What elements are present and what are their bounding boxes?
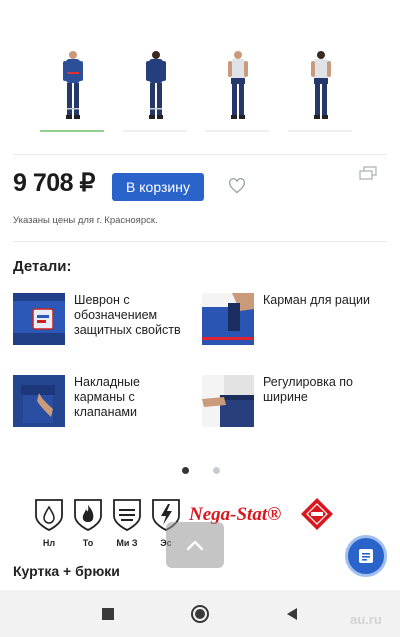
system-nav-bar — [0, 590, 400, 637]
set-title: Куртка + брюки — [13, 563, 120, 579]
chevron-up-icon — [186, 540, 204, 551]
divider — [13, 154, 387, 155]
cert-code: То — [82, 538, 94, 548]
triangle-back-icon — [287, 607, 297, 620]
cert-code: Ми З — [116, 538, 138, 548]
feature-item: Регулировка по ширине — [202, 375, 378, 427]
width-adjustment-image — [202, 375, 254, 427]
thumbnail-1[interactable] — [36, 46, 108, 132]
thumbnail-2[interactable] — [119, 46, 191, 132]
workwear-figure-icon — [228, 51, 249, 119]
recent-apps-button[interactable] — [97, 603, 119, 625]
add-to-cart-button[interactable]: В корзину — [112, 173, 204, 201]
thumbnail-strip — [36, 46, 356, 132]
feature-label: Накладные карманы с клапанами — [74, 375, 140, 419]
radio-pocket-image — [202, 293, 254, 345]
shield-flame-icon — [74, 499, 102, 531]
thumbnail-indicator — [205, 130, 270, 132]
product-price: 9 708 ₽ — [13, 169, 95, 197]
divider — [13, 241, 387, 242]
thumbnail-3[interactable] — [201, 46, 273, 132]
chevron-badge-image — [13, 293, 65, 345]
thumbnail-indicator — [40, 130, 104, 132]
chat-fab-button[interactable] — [345, 535, 387, 577]
flap-pockets-image — [13, 375, 65, 427]
workwear-figure-icon — [63, 51, 83, 119]
thumbnail-indicator — [122, 130, 187, 132]
feature-label: Шеврон с обозначением защитных свойств — [74, 293, 181, 337]
watermark: au.ru — [350, 612, 382, 627]
carousel-dots — [182, 467, 220, 474]
feature-item: Шеврон с обозначением защитных свойств — [13, 293, 189, 345]
feature-item: Накладные карманы с клапанами — [13, 375, 189, 427]
thumbnail-4[interactable] — [284, 46, 356, 132]
square-icon — [102, 607, 114, 620]
cert-badge: Нл — [33, 498, 65, 548]
details-heading: Детали: — [13, 258, 72, 275]
heart-icon[interactable] — [228, 178, 246, 194]
circle-icon — [191, 604, 209, 623]
message-icon — [359, 549, 373, 563]
thumbnail-indicator — [287, 130, 352, 132]
cert-code: Нл — [42, 538, 56, 548]
carousel-dot-2[interactable] — [213, 467, 220, 474]
feature-label: Регулировка по ширине — [263, 375, 353, 404]
cert-badge: Ми З — [111, 498, 143, 548]
price-note: Указаны цены для г. Красноярск. — [13, 215, 158, 226]
scroll-to-top-button[interactable] — [166, 522, 224, 568]
workwear-figure-icon — [310, 51, 331, 119]
compare-icon[interactable] — [359, 166, 377, 180]
workwear-figure-icon — [145, 51, 166, 119]
brand-diamond-logo-icon — [301, 498, 333, 530]
carousel-dot-1[interactable] — [182, 467, 189, 474]
shield-abrasion-icon — [113, 499, 141, 531]
home-button[interactable] — [189, 603, 211, 625]
back-button[interactable] — [281, 603, 303, 625]
feature-item: Карман для рации — [202, 293, 378, 345]
cert-badge: То — [72, 498, 104, 548]
feature-label: Карман для рации — [263, 293, 370, 307]
certification-badges: Нл То Ми З Эс — [33, 498, 182, 548]
shield-oil-drop-icon — [35, 499, 63, 531]
